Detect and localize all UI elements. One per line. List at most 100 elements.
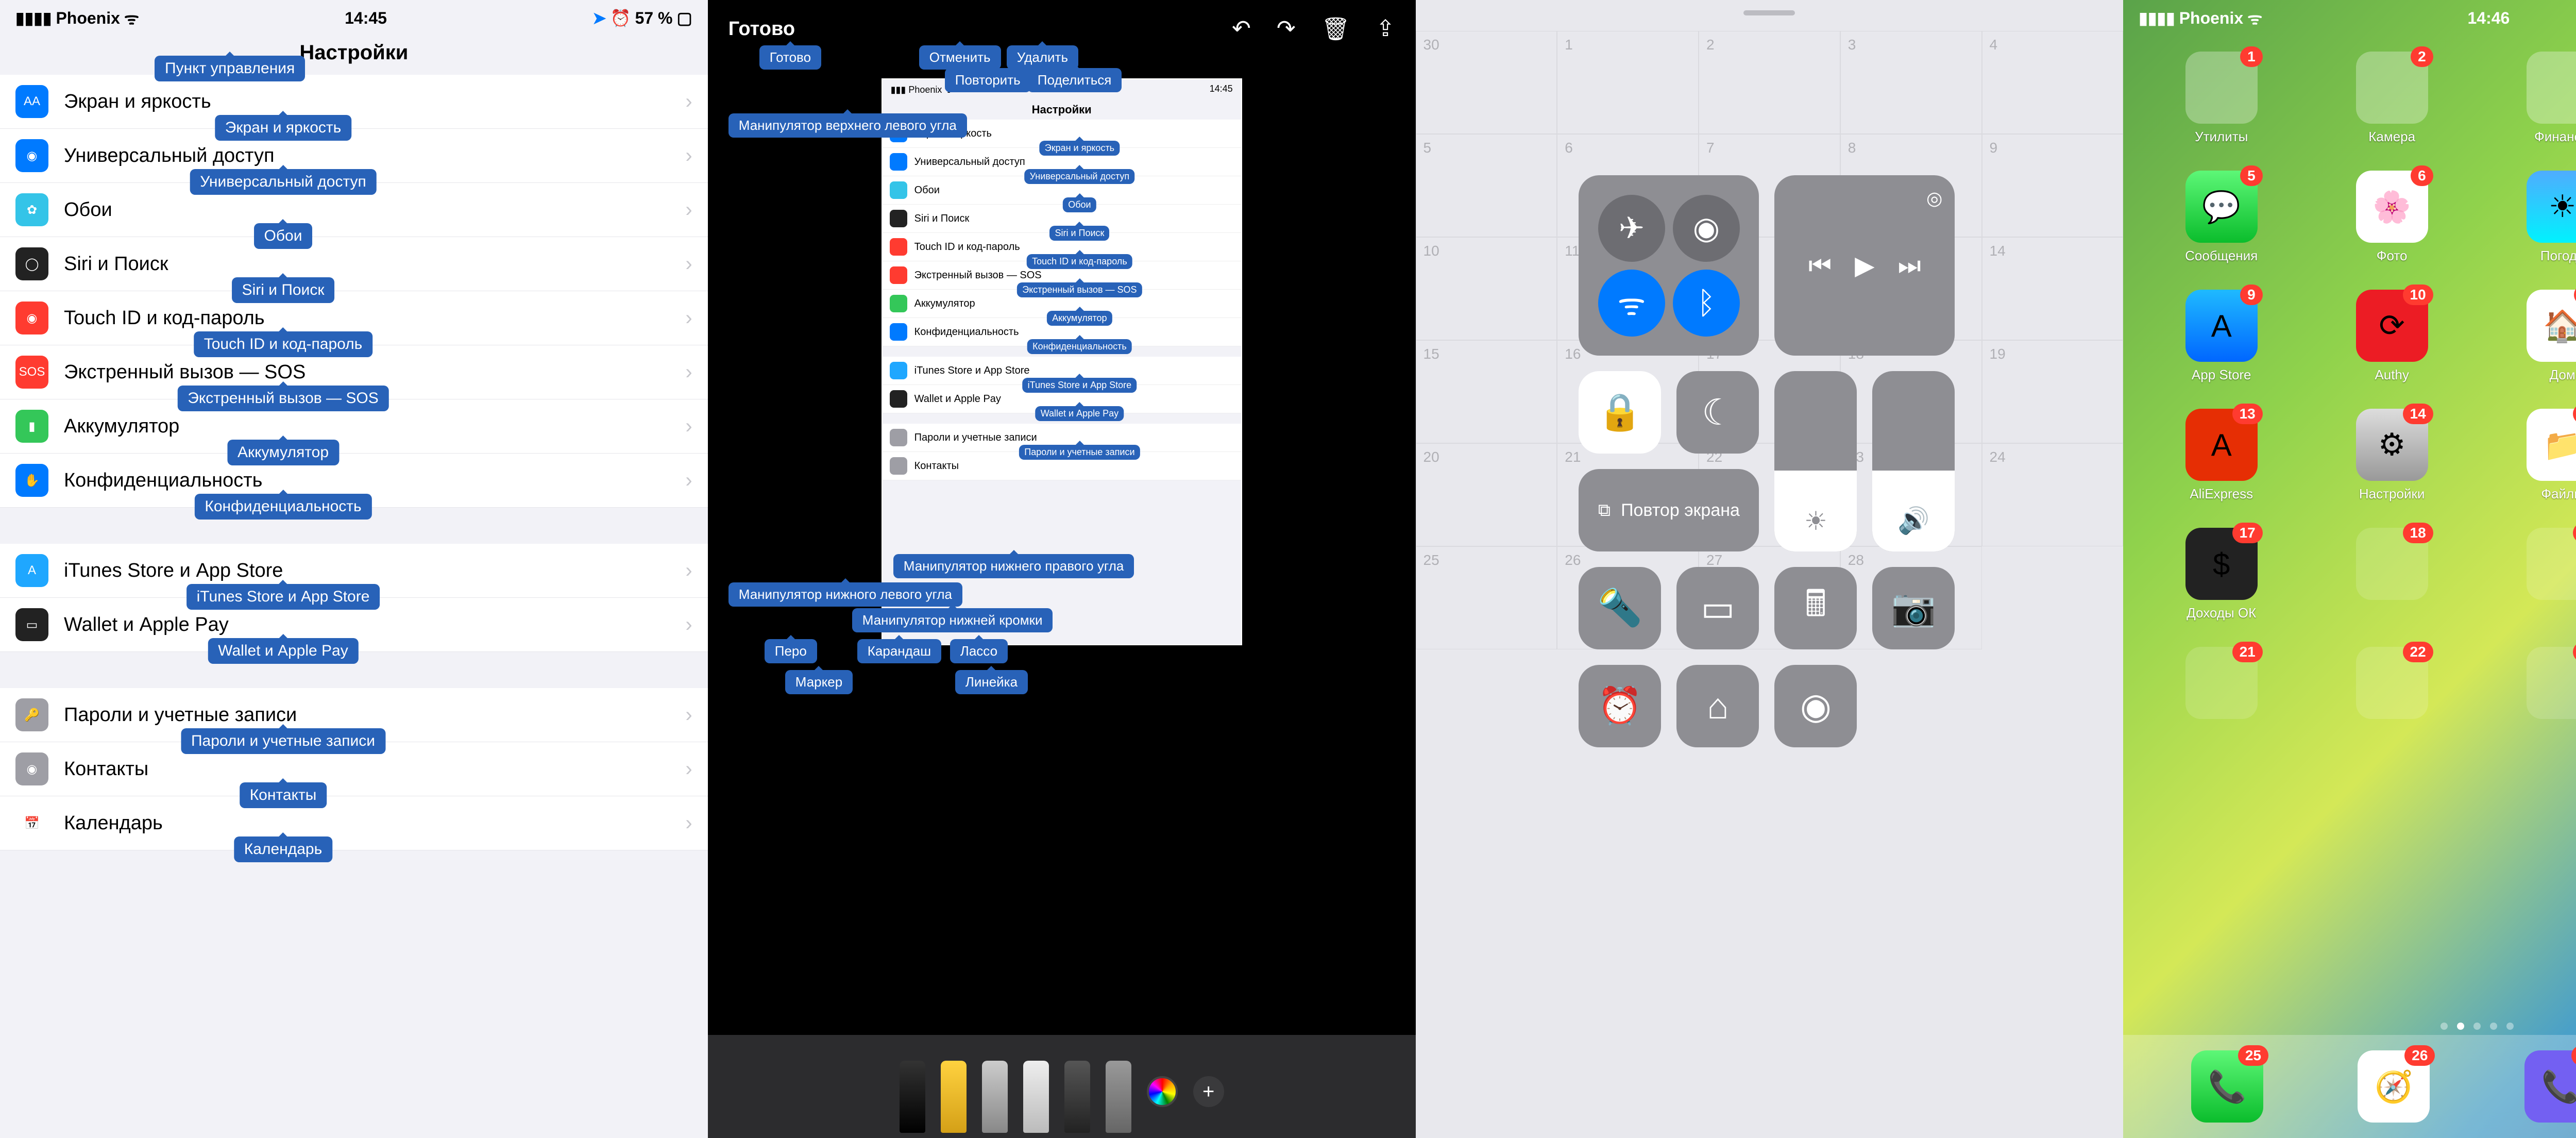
settings-row[interactable]: ◉ Touch ID и код-пароль ›Touch ID и код-…: [0, 291, 708, 345]
app-icon[interactable]: 21: [2144, 647, 2299, 724]
row-label: Контакты: [914, 460, 959, 472]
app-icon[interactable]: 13AAliExpress: [2144, 409, 2299, 502]
do-not-disturb[interactable]: ☾: [1676, 371, 1759, 454]
signal-icon: ▮▮▮▮: [15, 8, 52, 28]
home[interactable]: ⌂: [1676, 665, 1759, 747]
tooltip: Маркер: [785, 670, 853, 694]
folder[interactable]: 2Камера: [2314, 52, 2469, 145]
row-icon: [890, 323, 907, 341]
row-icon: ▭: [15, 608, 48, 641]
prev-track-icon[interactable]: ⏮: [1808, 250, 1832, 281]
settings-row[interactable]: 🔑 Пароли и учетные записи ›Пароли и учет…: [0, 688, 708, 742]
airplane-toggle[interactable]: ✈: [1598, 195, 1665, 262]
share-icon[interactable]: ⇪: [1376, 15, 1395, 42]
control-center: ✈ ◉ ᯤ ᛒ ◎ ⏮ ▶ ⏭ 🔒 ☾ ☀ 🔊 ⧉ Повтор экрана: [1579, 175, 1960, 763]
app-icon[interactable]: 5💬Сообщения: [2144, 171, 2299, 264]
settings-row[interactable]: ◉ Универсальный доступ ›Универсальный до…: [0, 129, 708, 183]
settings-row[interactable]: Siri и Поиск Siri и Поиск: [883, 205, 1241, 233]
tooltip: Манипулятор нижнего правого угла: [893, 554, 1134, 578]
chevron-icon: ›: [685, 144, 692, 168]
tooltip: Siri и Поиск: [232, 277, 335, 303]
app-icon[interactable]: 18: [2314, 528, 2469, 621]
settings-row[interactable]: iTunes Store и App Store iTunes Store и …: [883, 357, 1241, 385]
settings-row[interactable]: A iTunes Store и App Store ›iTunes Store…: [0, 544, 708, 598]
chevron-icon: ›: [685, 469, 692, 492]
folder[interactable]: 1Утилиты: [2144, 52, 2299, 145]
app-icon[interactable]: 17$Доходы ОК: [2144, 528, 2299, 621]
app-icon[interactable]: 15📁Файлы: [2485, 409, 2576, 502]
dock-app[interactable]: 26🧭: [2358, 1050, 2430, 1123]
wifi-toggle[interactable]: ᯤ: [1598, 270, 1665, 337]
low-power[interactable]: ▭: [1676, 567, 1759, 649]
app-icon[interactable]: 11🏠Дом: [2485, 290, 2576, 383]
row-label: Экран и яркость: [64, 91, 211, 113]
tooltip: Touch ID и код-пароль: [194, 331, 373, 357]
alarm[interactable]: ⏰: [1579, 665, 1661, 747]
bluetooth-toggle[interactable]: ᛒ: [1673, 270, 1740, 337]
app-icon[interactable]: 14⚙Настройки: [2314, 409, 2469, 502]
brightness-slider[interactable]: ☀: [1774, 371, 1857, 551]
media-tile[interactable]: ◎ ⏮ ▶ ⏭: [1774, 175, 1955, 356]
tooltip: Конфиденциальность: [1027, 339, 1132, 354]
app-icon[interactable]: 6🌸Фото: [2314, 171, 2469, 264]
app-icon[interactable]: 10⟳Authy: [2314, 290, 2469, 383]
settings-row[interactable]: ✋ Конфиденциальность ›Конфиденциальность: [0, 454, 708, 508]
marker-tool[interactable]: [941, 1061, 967, 1133]
app-icon[interactable]: 23: [2485, 647, 2576, 724]
settings-row[interactable]: Пароли и учетные записи Пароли и учетные…: [883, 424, 1241, 452]
volume-slider[interactable]: 🔊: [1872, 371, 1955, 551]
screen-record[interactable]: ◉: [1774, 665, 1857, 747]
settings-row[interactable]: AA Экран и яркость ›Экран и яркость: [0, 75, 708, 129]
app-icon[interactable]: 22: [2314, 647, 2469, 724]
tooltip: Карандаш: [857, 639, 941, 663]
row-icon: ◉: [15, 302, 48, 334]
airplay-icon[interactable]: ◎: [1926, 188, 1942, 209]
tooltip: Лассо: [950, 639, 1008, 663]
tooltip: Экстренный вызов — SOS: [1017, 282, 1142, 297]
chevron-icon: ›: [685, 90, 692, 113]
page-indicator[interactable]: [2441, 1023, 2514, 1030]
eraser-tool[interactable]: [1023, 1061, 1049, 1133]
pen-tool[interactable]: [900, 1061, 925, 1133]
tooltip: Пункт управления: [155, 56, 305, 81]
app-icon[interactable]: 19: [2485, 528, 2576, 621]
trash-icon[interactable]: 🗑: [1321, 15, 1350, 42]
play-icon[interactable]: ▶: [1855, 250, 1874, 281]
redo-icon[interactable]: ↷: [1277, 15, 1296, 42]
dock-app[interactable]: 25📞: [2191, 1050, 2263, 1123]
chevron-icon: ›: [685, 198, 692, 222]
chevron-icon: ›: [685, 415, 692, 438]
cellular-toggle[interactable]: ◉: [1673, 195, 1740, 262]
camera[interactable]: 📷: [1872, 567, 1955, 649]
ruler-tool[interactable]: [1106, 1061, 1131, 1133]
calculator[interactable]: 🖩: [1774, 567, 1857, 649]
add-button[interactable]: +: [1193, 1076, 1224, 1107]
app-icon[interactable]: 7☀Погода: [2485, 171, 2576, 264]
folder[interactable]: 3Финансы: [2485, 52, 2576, 145]
color-picker[interactable]: [1147, 1076, 1178, 1107]
connectivity-tile[interactable]: ✈ ◉ ᯤ ᛒ: [1579, 175, 1759, 356]
chevron-icon: ›: [685, 253, 692, 276]
next-track-icon[interactable]: ⏭: [1898, 250, 1921, 281]
row-label: Siri и Поиск: [914, 213, 970, 225]
undo-icon[interactable]: ↶: [1232, 15, 1251, 42]
settings-row[interactable]: 📅 Календарь ›Календарь: [0, 796, 708, 850]
clock: 14:45: [345, 9, 387, 28]
lasso-tool[interactable]: [1064, 1061, 1090, 1133]
screen-mirroring[interactable]: ⧉ Повтор экрана: [1579, 469, 1759, 551]
app-icon[interactable]: 9AApp Store: [2144, 290, 2299, 383]
flashlight[interactable]: 🔦: [1579, 567, 1661, 649]
orientation-lock[interactable]: 🔒: [1579, 371, 1661, 454]
row-icon: ✋: [15, 464, 48, 497]
dock-app[interactable]: 27📞: [2524, 1050, 2576, 1123]
tooltip: Пароли и учетные записи: [181, 728, 385, 754]
settings-row[interactable]: ◯ Siri и Поиск ›Siri и Поиск: [0, 237, 708, 291]
grabber-icon[interactable]: [1743, 10, 1795, 15]
row-label: Touch ID и код-пароль: [64, 307, 265, 329]
location-icon: ➤: [592, 8, 606, 28]
control-center-screen: 3012345678910111213141516171819202122232…: [1416, 0, 2124, 1138]
pencil-tool[interactable]: [982, 1061, 1008, 1133]
tooltip: Аккумулятор: [227, 440, 339, 465]
row-label: iTunes Store и App Store: [914, 365, 1030, 377]
row-icon: SOS: [15, 356, 48, 389]
